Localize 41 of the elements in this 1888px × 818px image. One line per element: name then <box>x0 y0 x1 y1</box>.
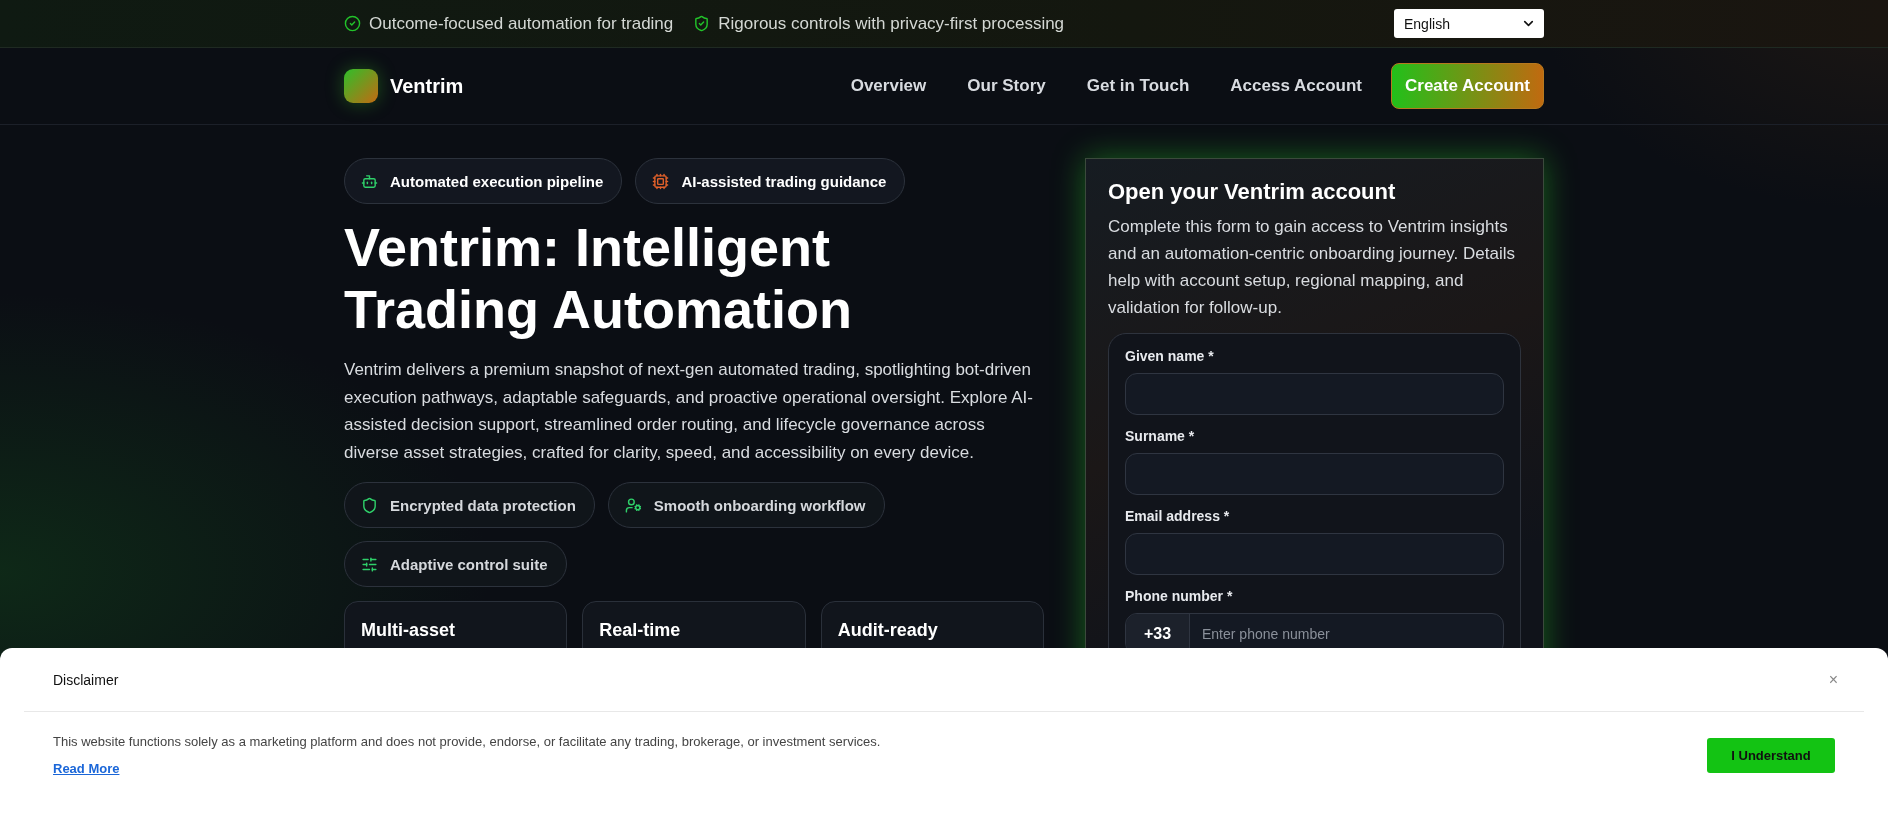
feature-text: Adaptive control suite <box>390 555 548 573</box>
badge-text: Automated execution pipeline <box>390 172 604 190</box>
input-field[interactable] <box>1125 453 1504 495</box>
check-circle-icon <box>344 15 361 32</box>
topbar-text: Outcome-focused automation for trading <box>369 13 674 34</box>
read-more-link[interactable]: Read More <box>53 761 120 776</box>
nav-link[interactable]: Overview <box>850 76 927 96</box>
logo <box>344 69 378 103</box>
input-field[interactable] <box>1125 373 1504 415</box>
close-button[interactable]: × <box>1822 669 1844 690</box>
create-account-button[interactable]: Create Account <box>1391 63 1544 109</box>
user-gear-icon <box>624 496 642 514</box>
form-description: Complete this form to gain access to Ventrim insights and an automation-centric onboarding journey. Details help with account setup, regional mapping, and validation for follow-up. <box>1108 216 1516 319</box>
understand-button[interactable]: I Understand <box>1707 737 1835 773</box>
badge-text: AI-assisted trading guidance <box>681 172 887 190</box>
field-label: Surname * <box>1125 428 1196 444</box>
nav-link[interactable]: Access Account <box>1230 76 1362 96</box>
robot-icon <box>361 172 378 190</box>
chip-icon <box>652 172 670 190</box>
form-title: Open your Ventrim account <box>1108 179 1397 205</box>
disclaimer-title: Disclaimer <box>53 671 119 688</box>
nav-link[interactable]: Get in Touch <box>1086 76 1190 96</box>
card-title: Real-time <box>599 620 682 641</box>
card-title: Audit-ready <box>837 620 939 641</box>
feature-text: Encrypted data protection <box>390 496 576 514</box>
nav-link[interactable]: Our Story <box>967 76 1046 96</box>
shield-check-icon <box>693 15 711 32</box>
field-label: Email address * <box>1125 508 1231 524</box>
hero-description: Ventrim delivers a premium snapshot of next-gen automated trading, spotlighting bot-driven execution pathways, adaptable safeguards, and proactive operational oversight. Explore AI-assisted decision support, streamlined order routing, and lifecycle governance across diverse asset strategies, crafted for clarity, speed, and accessibility on every device. <box>344 359 1034 464</box>
field-label: Given name * <box>1125 348 1215 364</box>
brand-name: Ventrim <box>390 74 464 98</box>
feature-text: Smooth onboarding workflow <box>653 496 866 514</box>
field-label: Phone number * <box>1125 588 1234 604</box>
card-title: Multi-asset <box>361 620 457 641</box>
shield-icon <box>361 496 378 514</box>
topbar-text: Rigorous controls with privacy-first processing <box>718 13 1065 34</box>
language-select[interactable]: English <box>1394 9 1544 38</box>
sliders-icon <box>361 555 378 573</box>
input-field[interactable] <box>1125 533 1504 575</box>
disclaimer-text: This website functions solely as a marketing platform and does not provide, endorse, or facilitate any trading, brokerage, or investment services. <box>53 734 881 749</box>
hero-title: Ventrim: Intelligent Trading Automation <box>344 216 853 340</box>
